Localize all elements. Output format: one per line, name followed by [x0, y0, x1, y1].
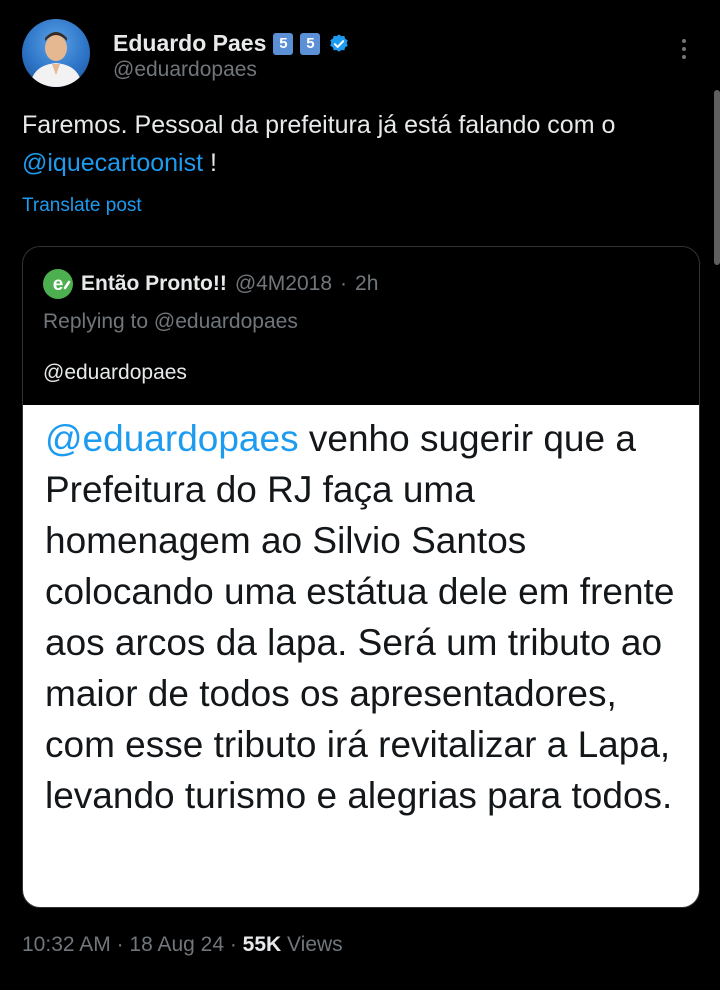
- image-text: @eduardopaes venho sugerir que a Prefeit…: [45, 413, 685, 821]
- profile-photo: [30, 32, 82, 87]
- e-logo-icon: e: [43, 269, 73, 299]
- svg-text:e: e: [53, 274, 64, 295]
- post-time[interactable]: 10:32 AM: [22, 933, 111, 956]
- post-text-before: Faremos. Pessoal da prefeitura já está f…: [22, 111, 616, 139]
- quoted-display-name[interactable]: Então Pronto!!: [81, 272, 227, 296]
- avatar[interactable]: [22, 19, 90, 87]
- views-label: Views: [281, 933, 343, 956]
- quoted-replying-to: Replying to @eduardopaes: [43, 310, 298, 333]
- post-metadata: 10:32 AM · 18 Aug 24 · 55K Views: [22, 933, 343, 957]
- post-date[interactable]: 18 Aug 24: [129, 933, 224, 956]
- image-mention: @eduardopaes: [45, 418, 299, 459]
- scrollbar[interactable]: [714, 90, 720, 265]
- number-badge: 5: [300, 32, 321, 55]
- translate-post-link[interactable]: Translate post: [22, 195, 142, 217]
- author-name-row: Eduardo Paes 5 5: [113, 30, 350, 57]
- post-mention-link[interactable]: @iquecartoonist: [22, 149, 203, 177]
- metadata-separator: ·: [224, 933, 243, 956]
- views-count: 55K: [242, 933, 282, 956]
- quoted-separator: ·: [340, 272, 348, 295]
- quoted-post[interactable]: e Então Pronto!! @4M2018 · 2h Replying t…: [22, 246, 700, 908]
- post-text: Faremos. Pessoal da prefeitura já está f…: [22, 106, 692, 182]
- post-text-after: !: [203, 149, 217, 177]
- author-display-name[interactable]: Eduardo Paes: [113, 30, 266, 57]
- verified-badge-icon: [330, 33, 349, 52]
- more-options-icon[interactable]: [672, 35, 696, 63]
- quoted-image[interactable]: @eduardopaes venho sugerir que a Prefeit…: [23, 405, 699, 907]
- quoted-handle[interactable]: @4M2018: [235, 272, 332, 296]
- quoted-post-header: e Então Pronto!! @4M2018 · 2h: [43, 269, 378, 299]
- quoted-text: @eduardopaes: [43, 361, 187, 384]
- author-handle[interactable]: @eduardopaes: [113, 58, 257, 82]
- image-body: venho sugerir que a Prefeitura do RJ faç…: [45, 418, 675, 816]
- number-badge: 5: [273, 32, 294, 55]
- metadata-separator: ·: [110, 933, 130, 956]
- quoted-time[interactable]: 2h: [355, 272, 378, 296]
